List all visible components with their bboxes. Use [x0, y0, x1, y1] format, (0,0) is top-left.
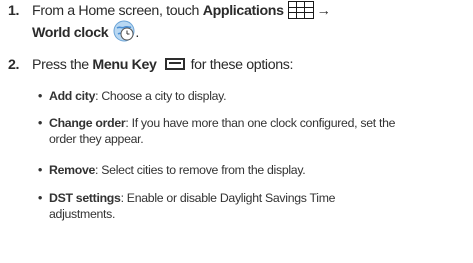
option-add-city: • Add city: Choose a city to display.: [38, 88, 468, 106]
step-2: 2. Press the Menu Key for these options:: [8, 56, 468, 76]
step-2-line: Press the Menu Key for these options:: [32, 56, 293, 74]
step-1-line-2: World clock .: [32, 20, 139, 42]
step-1: 1. From a Home screen, touch Application…: [8, 0, 468, 42]
world-clock-label: World clock: [32, 25, 109, 41]
option-desc-continued: order they appear.: [49, 132, 144, 146]
option-label: Change order: [49, 116, 126, 130]
option-label: Add city: [49, 89, 96, 103]
option-label: Remove: [49, 163, 96, 177]
menu-key-icon: [164, 58, 185, 71]
instruction-page: 1. From a Home screen, touch Application…: [0, 0, 473, 263]
step-2-prefix: Press the: [32, 57, 93, 73]
step-number: 2.: [8, 57, 20, 73]
option-remove: • Remove: Select cities to remove from t…: [38, 162, 468, 180]
grid-icon: [287, 0, 314, 19]
option-dst-settings: • DST settings: Enable or disable Daylig…: [38, 190, 468, 224]
step-1-suffix: .: [135, 25, 139, 41]
option-change-order: • Change order: If you have more than on…: [38, 115, 468, 149]
option-desc: : If you have more than one clock config…: [125, 116, 396, 130]
bullet-icon: •: [38, 191, 43, 205]
applications-label: Applications: [202, 3, 284, 19]
step-1-prefix: From a Home screen, touch: [32, 3, 203, 19]
arrow-icon: →: [316, 3, 331, 19]
bullet-icon: •: [38, 116, 43, 130]
menu-key-label: Menu Key: [92, 57, 157, 73]
step-1-line-1: From a Home screen, touch Applications →: [32, 0, 331, 20]
option-desc: : Enable or disable Daylight Savings Tim…: [120, 191, 336, 205]
option-desc: : Choose a city to display.: [95, 89, 227, 103]
bullet-icon: •: [38, 89, 43, 103]
step-number: 1.: [8, 3, 20, 19]
step-2-suffix: for these options:: [190, 57, 294, 73]
option-desc-continued: adjustments.: [49, 207, 116, 221]
option-desc: : Select cities to remove from the displ…: [95, 163, 306, 177]
option-label: DST settings: [49, 191, 121, 205]
globe-clock-icon: [113, 20, 135, 42]
bullet-icon: •: [38, 163, 43, 177]
